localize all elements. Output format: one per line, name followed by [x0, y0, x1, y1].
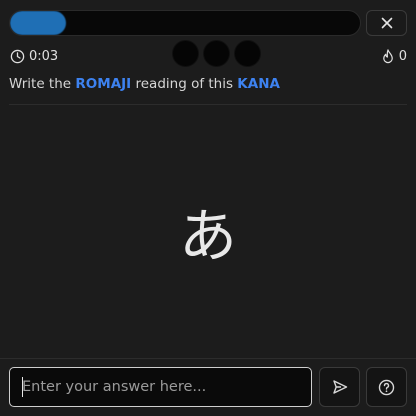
progress-bar [9, 10, 361, 36]
timer: 0:03 [10, 47, 58, 65]
help-circle-icon [378, 379, 395, 395]
instruction-pre: Write the [9, 76, 76, 92]
divider [9, 104, 407, 105]
instruction-text: Write the ROMAJI reading of this KANA [9, 76, 280, 92]
kana-quiz-app: 0:03 0 Write the ROMAJI reading of this … [0, 0, 416, 416]
life-dot [234, 40, 261, 67]
close-button[interactable] [366, 10, 407, 36]
streak-counter: 0 [381, 47, 407, 65]
life-dot [203, 40, 230, 67]
streak-value: 0 [398, 48, 407, 64]
life-dot [172, 40, 199, 67]
instruction-mid: reading of this [131, 76, 238, 92]
submit-button[interactable] [319, 367, 360, 407]
flame-icon [382, 48, 393, 63]
close-icon [381, 17, 392, 29]
help-button[interactable] [366, 367, 407, 407]
text-cursor [22, 377, 23, 397]
lives-indicator [172, 40, 261, 67]
answer-input[interactable] [9, 367, 312, 407]
divider [0, 358, 416, 359]
target-script-label: ROMAJI [75, 76, 132, 92]
clock-icon [10, 49, 25, 63]
kana-character: あ [178, 202, 237, 270]
progress-bar-fill [10, 11, 66, 35]
timer-value: 0:03 [29, 48, 59, 64]
source-script-label: KANA [237, 76, 280, 92]
send-icon [332, 380, 347, 394]
